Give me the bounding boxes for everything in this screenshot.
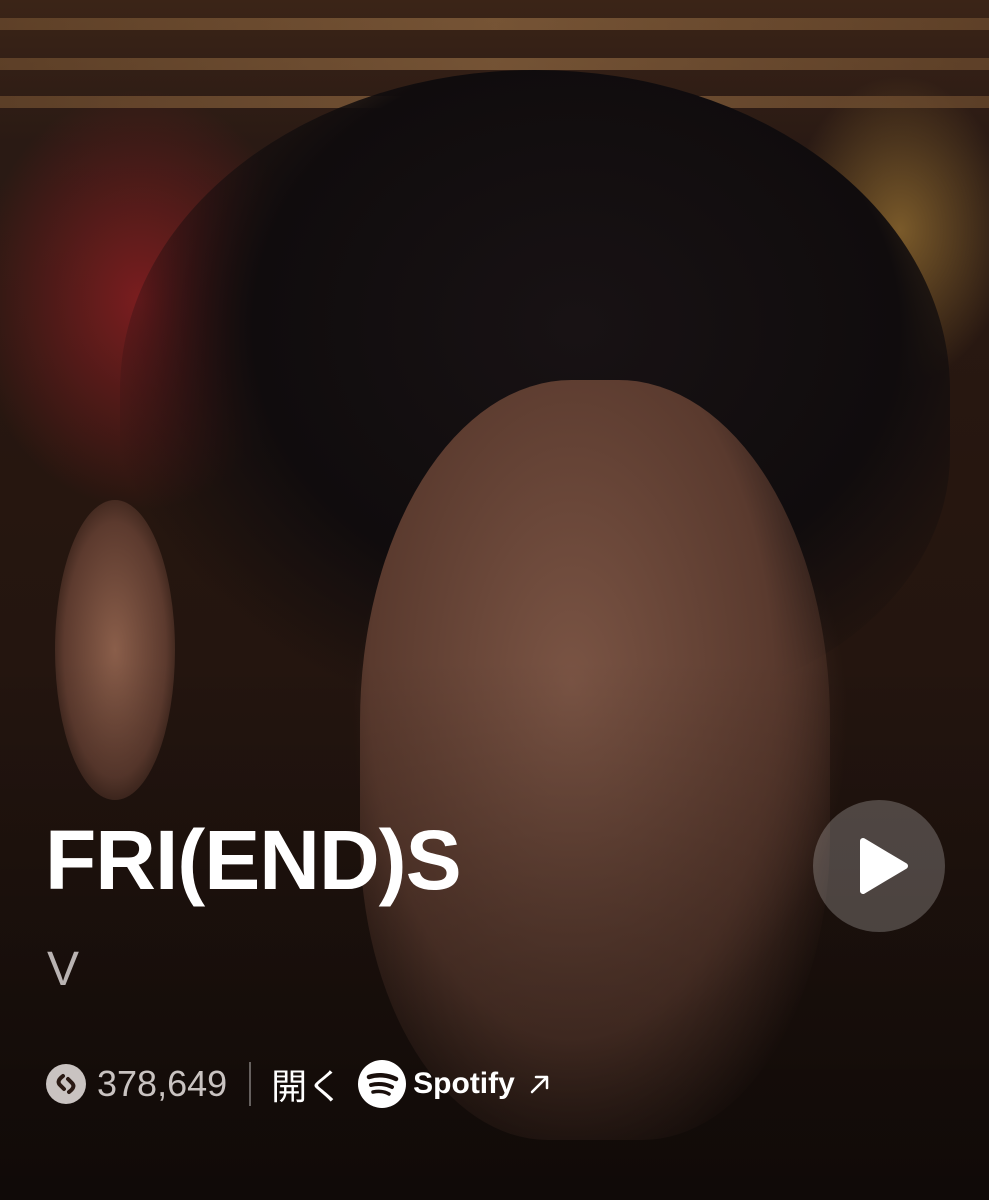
footer-divider	[249, 1062, 252, 1106]
open-in-spotify-link[interactable]: 開く Spotify	[271, 1058, 553, 1110]
open-label: 開く	[271, 1066, 344, 1107]
play-icon	[860, 838, 908, 894]
shazam-count: 378,649	[97, 1063, 228, 1104]
bottom-shade	[0, 0, 989, 1200]
track-title: FRI(END)S	[45, 813, 462, 907]
song-footer: 378,649 開く Spotify	[45, 1058, 553, 1110]
spotify-icon	[358, 1060, 407, 1108]
song-card: FRI(END)S V 378,649 開く Spotify	[0, 0, 989, 1200]
track-artist[interactable]: V	[47, 946, 79, 994]
shazam-icon	[46, 1064, 86, 1104]
spotify-label: Spotify	[413, 1067, 515, 1100]
play-button[interactable]	[813, 800, 945, 932]
cover-photo	[0, 0, 989, 1200]
arrow-up-right-icon	[530, 1075, 549, 1094]
